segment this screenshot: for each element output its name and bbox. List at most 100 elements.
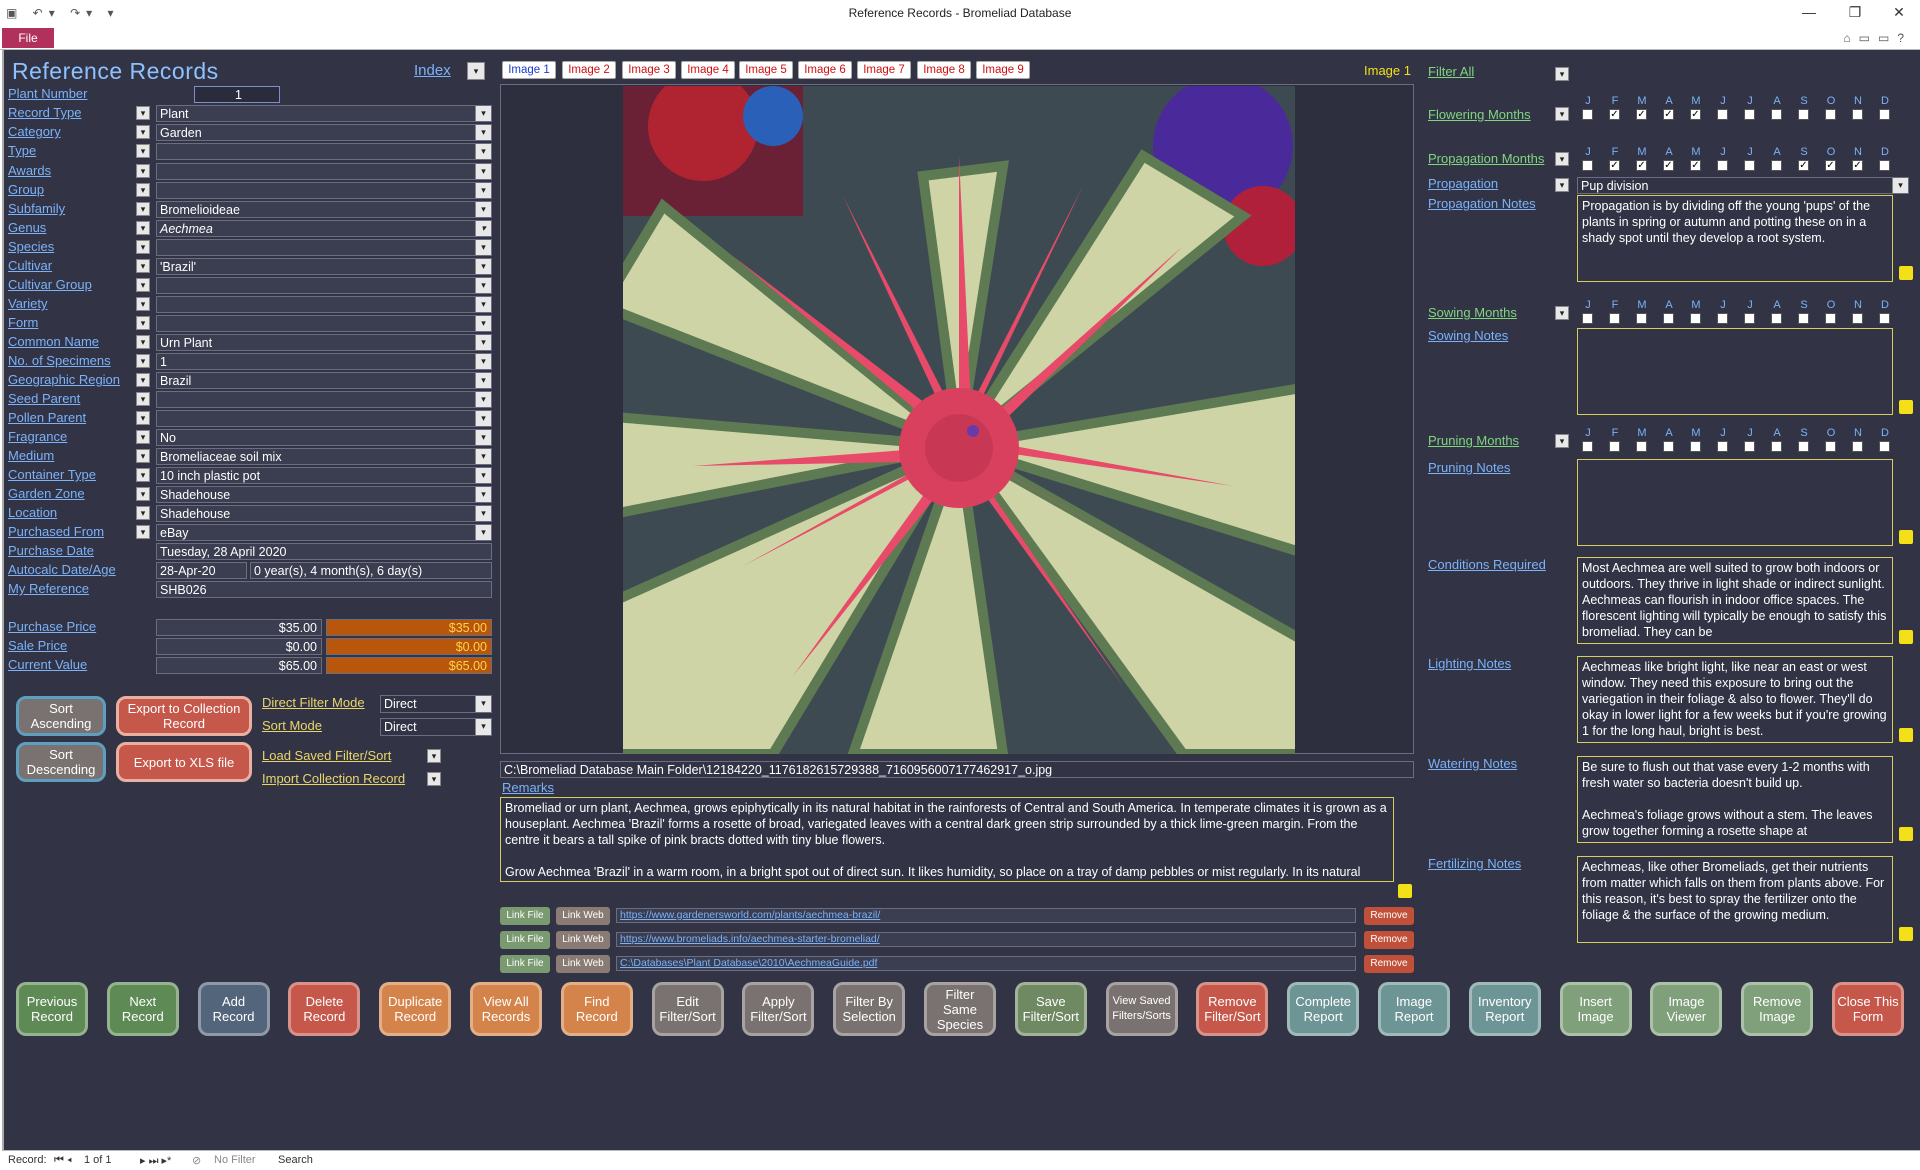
no-of-specimens-select[interactable]: 1 ▾ <box>156 353 492 370</box>
type-select[interactable]: ▾ <box>156 143 492 160</box>
chevron-down-icon[interactable]: ▾ <box>475 335 491 350</box>
view-saved-filters-sorts-button[interactable]: View Saved Filters/Sorts <box>1105 982 1178 1036</box>
search-box[interactable]: Search <box>278 1154 313 1166</box>
cultivar-select[interactable]: 'Brazil' ▾ <box>156 258 492 275</box>
month-checkbox[interactable] <box>1690 441 1701 452</box>
month-checkbox[interactable] <box>1609 313 1620 324</box>
category-dropdown[interactable]: ▾ <box>136 125 150 139</box>
cultivar-group-dropdown[interactable]: ▾ <box>136 278 150 292</box>
month-checkbox[interactable] <box>1879 313 1890 324</box>
month-checkbox[interactable] <box>1663 313 1674 324</box>
month-checkbox[interactable] <box>1744 160 1755 171</box>
purchase-date-field[interactable]: Tuesday, 28 April 2020 <box>156 543 492 560</box>
month-checkbox[interactable] <box>1744 441 1755 452</box>
duplicate-record-button[interactable]: Duplicate Record <box>379 982 452 1036</box>
direct-filter-mode-select[interactable]: Direct ▾ <box>380 695 492 713</box>
chevron-down-icon[interactable]: ▾ <box>475 487 491 502</box>
next-record-button[interactable]: Next Record <box>106 982 179 1036</box>
image-report-button[interactable]: Image Report <box>1378 982 1450 1036</box>
month-checkbox[interactable] <box>1582 160 1593 171</box>
sowing-notes-memo[interactable] <box>1577 328 1893 415</box>
restore-icon[interactable]: ❐ <box>1832 4 1878 21</box>
chevron-down-icon[interactable]: ▾ <box>475 468 491 483</box>
chevron-down-icon[interactable]: ▾ <box>475 506 491 521</box>
month-checkbox[interactable] <box>1825 109 1836 120</box>
link-file-button[interactable]: Link File <box>500 931 550 949</box>
sort-mode-select[interactable]: Direct ▾ <box>380 718 492 736</box>
month-checkbox[interactable] <box>1582 109 1593 120</box>
watering-note-icon[interactable] <box>1899 827 1913 841</box>
month-checkbox[interactable] <box>1771 160 1782 171</box>
month-checkbox[interactable] <box>1717 313 1728 324</box>
month-checkbox[interactable] <box>1663 441 1674 452</box>
seed-parent-dropdown[interactable]: ▾ <box>136 392 150 406</box>
type-dropdown[interactable]: ▾ <box>136 144 150 158</box>
autocalc-age-field[interactable]: 0 year(s), 4 month(s), 6 day(s) <box>250 562 492 579</box>
propagation-note-icon[interactable] <box>1899 266 1913 280</box>
month-checkbox[interactable] <box>1879 441 1890 452</box>
apply-filter-sort-button[interactable]: Apply Filter/Sort <box>742 982 815 1036</box>
subfamily-dropdown[interactable]: ▾ <box>136 202 150 216</box>
chevron-down-icon[interactable]: ▾ <box>475 240 491 255</box>
chevron-down-icon[interactable]: ▾ <box>475 278 491 293</box>
chevron-down-icon[interactable]: ▾ <box>475 430 491 445</box>
month-checkbox[interactable] <box>1879 160 1890 171</box>
garden-zone-dropdown[interactable]: ▾ <box>136 487 150 501</box>
month-checkbox[interactable]: ✓ <box>1663 160 1674 171</box>
cultivar-group-select[interactable]: ▾ <box>156 277 492 294</box>
month-checkbox[interactable] <box>1798 109 1809 120</box>
chevron-down-icon[interactable]: ▾ <box>475 719 491 735</box>
previous-record-button[interactable]: Previous Record <box>16 982 88 1036</box>
month-checkbox[interactable] <box>1690 313 1701 324</box>
chevron-down-icon[interactable]: ▾ <box>475 316 491 331</box>
month-checkbox[interactable] <box>1744 313 1755 324</box>
month-checkbox[interactable] <box>1825 441 1836 452</box>
save-filter-sort-button[interactable]: Save Filter/Sort <box>1014 982 1087 1036</box>
month-checkbox[interactable]: ✓ <box>1825 160 1836 171</box>
month-checkbox[interactable] <box>1771 313 1782 324</box>
month-checkbox[interactable] <box>1582 313 1593 324</box>
inventory-report-button[interactable]: Inventory Report <box>1468 982 1541 1036</box>
geographic-region-dropdown[interactable]: ▾ <box>136 373 150 387</box>
conditions-note-icon[interactable] <box>1899 630 1913 644</box>
image-tab-8[interactable]: Image 8 <box>917 61 971 79</box>
location-select[interactable]: Shadehouse ▾ <box>156 505 492 522</box>
chevron-down-icon[interactable]: ▾ <box>475 411 491 426</box>
fertilizing-memo[interactable]: Aechmeas, like other Bromeliads, get the… <box>1577 856 1893 943</box>
genus-dropdown[interactable]: ▾ <box>136 221 150 235</box>
my-reference-field[interactable]: SHB026 <box>156 581 492 598</box>
common-name-select[interactable]: Urn Plant ▾ <box>156 334 492 351</box>
link-file-button[interactable]: Link File <box>500 907 550 925</box>
month-checkbox[interactable]: ✓ <box>1852 160 1863 171</box>
group-select[interactable]: ▾ <box>156 182 492 199</box>
filter-same-species-button[interactable]: Filter Same Species <box>924 982 996 1036</box>
remarks-note-icon[interactable] <box>1398 884 1412 898</box>
group-dropdown[interactable]: ▾ <box>136 183 150 197</box>
load-saved-filter-label[interactable]: Load Saved Filter/Sort <box>262 748 391 763</box>
subfamily-select[interactable]: Bromelioideae ▾ <box>156 201 492 218</box>
propagation-months-dropdown[interactable]: ▾ <box>1555 152 1569 166</box>
image-tab-5[interactable]: Image 5 <box>739 61 793 79</box>
remove-link-button[interactable]: Remove <box>1364 931 1414 949</box>
remove-link-button[interactable]: Remove <box>1364 955 1414 973</box>
awards-select[interactable]: ▾ <box>156 163 492 180</box>
month-checkbox[interactable] <box>1636 441 1647 452</box>
record-nav-next-icon[interactable]: ▸ ⏭ ▸* <box>140 1154 171 1168</box>
link-url[interactable]: https://www.gardenersworld.com/plants/ae… <box>616 908 1356 923</box>
sowing-note-icon[interactable] <box>1899 400 1913 414</box>
fragrance-dropdown[interactable]: ▾ <box>136 430 150 444</box>
filter-by-selection-button[interactable]: Filter By Selection <box>833 982 906 1036</box>
image-tab-2[interactable]: Image 2 <box>562 61 616 79</box>
record-position[interactable]: 1 of 1 <box>84 1154 112 1166</box>
minimize-icon[interactable]: — <box>1786 4 1832 20</box>
image-tab-1[interactable]: Image 1 <box>502 61 556 79</box>
form-select[interactable]: ▾ <box>156 315 492 332</box>
chevron-down-icon[interactable]: ▾ <box>475 525 491 540</box>
month-checkbox[interactable]: ✓ <box>1798 160 1809 171</box>
image-viewer-button[interactable]: Image Viewer <box>1650 982 1723 1036</box>
month-checkbox[interactable]: ✓ <box>1609 109 1620 120</box>
pollen-parent-dropdown[interactable]: ▾ <box>136 411 150 425</box>
image-tab-3[interactable]: Image 3 <box>622 61 676 79</box>
flowering-dropdown[interactable]: ▾ <box>1555 107 1569 121</box>
close-this-form-button[interactable]: Close This Form <box>1832 982 1904 1036</box>
